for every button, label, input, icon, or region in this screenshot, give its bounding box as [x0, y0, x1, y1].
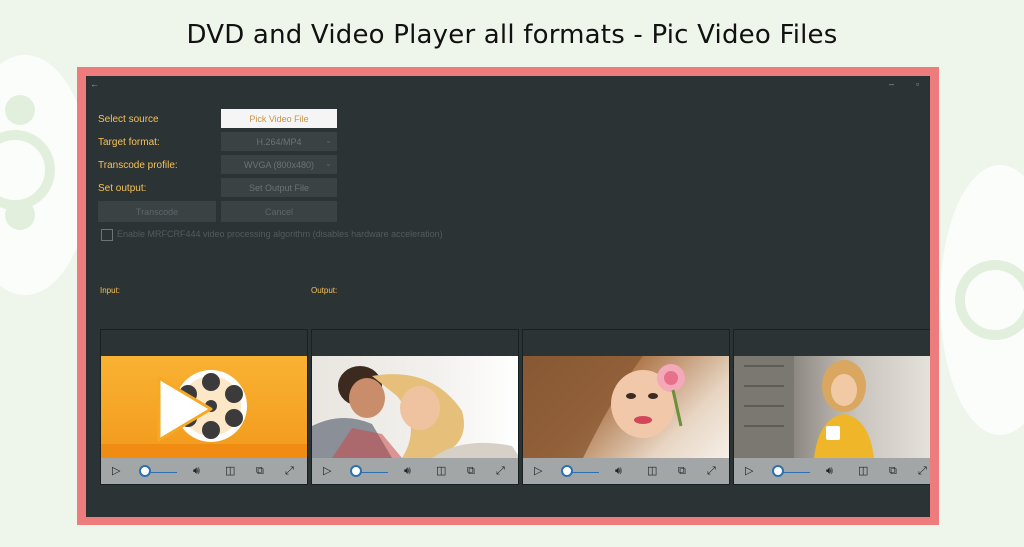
- mrf-algorithm-checkbox[interactable]: [101, 229, 113, 241]
- seek-slider-thumb[interactable]: [139, 465, 151, 477]
- fullscreen-icon[interactable]: ⤢: [918, 465, 927, 477]
- video-tile-4[interactable]: ▷ 🔊︎ ◫ ⧉ ⤢: [733, 329, 930, 485]
- player-controls: ▷ 🔊︎ ◫ ⧉ ⤢: [734, 458, 930, 484]
- play-icon[interactable]: ▷: [745, 465, 753, 477]
- seek-slider-thumb[interactable]: [561, 465, 573, 477]
- transcode-profile-label: Transcode profile:: [98, 160, 178, 171]
- woman-flower-photo-thumbnail: [523, 356, 729, 458]
- cast-icon[interactable]: ⧉: [256, 465, 264, 477]
- cast-icon[interactable]: ⧉: [678, 465, 686, 477]
- volume-icon[interactable]: 🔊︎: [404, 465, 411, 477]
- video-tile-2[interactable]: ▷ 🔊︎ ◫ ⧉ ⤢: [311, 329, 519, 485]
- player-controls: ▷ 🔊︎ ◫ ⧉ ⤢: [312, 458, 518, 484]
- volume-icon[interactable]: 🔊︎: [193, 465, 200, 477]
- set-output-label: Set output:: [98, 183, 147, 194]
- transcode-profile-dropdown[interactable]: WVGA (800x480) ⌄: [221, 155, 337, 174]
- fullscreen-icon[interactable]: ⤢: [707, 465, 716, 477]
- back-arrow-icon[interactable]: ←: [90, 79, 99, 89]
- minimize-icon[interactable]: –: [889, 79, 894, 89]
- page-headline: DVD and Video Player all formats - Pic V…: [186, 20, 838, 50]
- output-section-label: Output:: [311, 286, 338, 295]
- transcode-profile-value: WVGA (800x480): [243, 159, 315, 170]
- woman-flower-illustration: [523, 356, 685, 458]
- target-format-dropdown[interactable]: H.264/MP4 ⌄: [221, 132, 337, 151]
- cancel-button[interactable]: Cancel: [221, 201, 337, 222]
- restore-icon[interactable]: ▫: [916, 79, 919, 89]
- volume-icon[interactable]: 🔊︎: [826, 465, 833, 477]
- fullscreen-icon[interactable]: ⤢: [496, 465, 505, 477]
- seek-slider-thumb[interactable]: [772, 465, 784, 477]
- player-controls: ▷ 🔊︎ ◫ ⧉ ⤢: [101, 458, 307, 484]
- aspect-ratio-icon[interactable]: ◫: [858, 465, 868, 477]
- target-format-value: H.264/MP4: [256, 136, 302, 147]
- player-controls: ▷ 🔊︎ ◫ ⧉ ⤢: [523, 458, 729, 484]
- couple-photo-illustration: [312, 366, 518, 458]
- set-output-file-button[interactable]: Set Output File: [221, 178, 337, 197]
- seek-slider-thumb[interactable]: [350, 465, 362, 477]
- input-section-label: Input:: [100, 286, 121, 295]
- background-reel-left-hole: [5, 95, 35, 125]
- cast-icon[interactable]: ⧉: [889, 465, 897, 477]
- film-reel-play-icon: [101, 370, 307, 458]
- video-tile-3[interactable]: ▷ 🔊︎ ◫ ⧉ ⤢: [522, 329, 730, 485]
- play-icon[interactable]: ▷: [534, 465, 542, 477]
- target-format-label: Target format:: [98, 137, 160, 148]
- video-app-logo-thumbnail: [101, 356, 307, 458]
- woman-yellow-illustration: [734, 356, 874, 458]
- chevron-down-icon: ⌄: [325, 136, 332, 145]
- app-window: ← – ▫ Select source Pick Video File Targ…: [86, 76, 930, 517]
- select-source-label: Select source: [98, 114, 159, 125]
- cast-icon[interactable]: ⧉: [467, 465, 475, 477]
- aspect-ratio-icon[interactable]: ◫: [647, 465, 657, 477]
- woman-yellow-photo-thumbnail: [734, 356, 930, 458]
- couple-photo-thumbnail: [312, 356, 518, 458]
- aspect-ratio-icon[interactable]: ◫: [225, 465, 235, 477]
- play-icon[interactable]: ▷: [323, 465, 331, 477]
- aspect-ratio-icon[interactable]: ◫: [436, 465, 446, 477]
- transcode-button[interactable]: Transcode: [98, 201, 216, 222]
- play-icon[interactable]: ▷: [112, 465, 120, 477]
- chevron-down-icon: ⌄: [325, 159, 332, 168]
- pick-video-file-button[interactable]: Pick Video File: [221, 109, 337, 128]
- fullscreen-icon[interactable]: ⤢: [285, 465, 294, 477]
- volume-icon[interactable]: 🔊︎: [615, 465, 622, 477]
- video-tile-1[interactable]: ▷ 🔊︎ ◫ ⧉ ⤢: [100, 329, 308, 485]
- mrf-algorithm-checkbox-label: Enable MRFCRF444 video processing algori…: [117, 229, 443, 239]
